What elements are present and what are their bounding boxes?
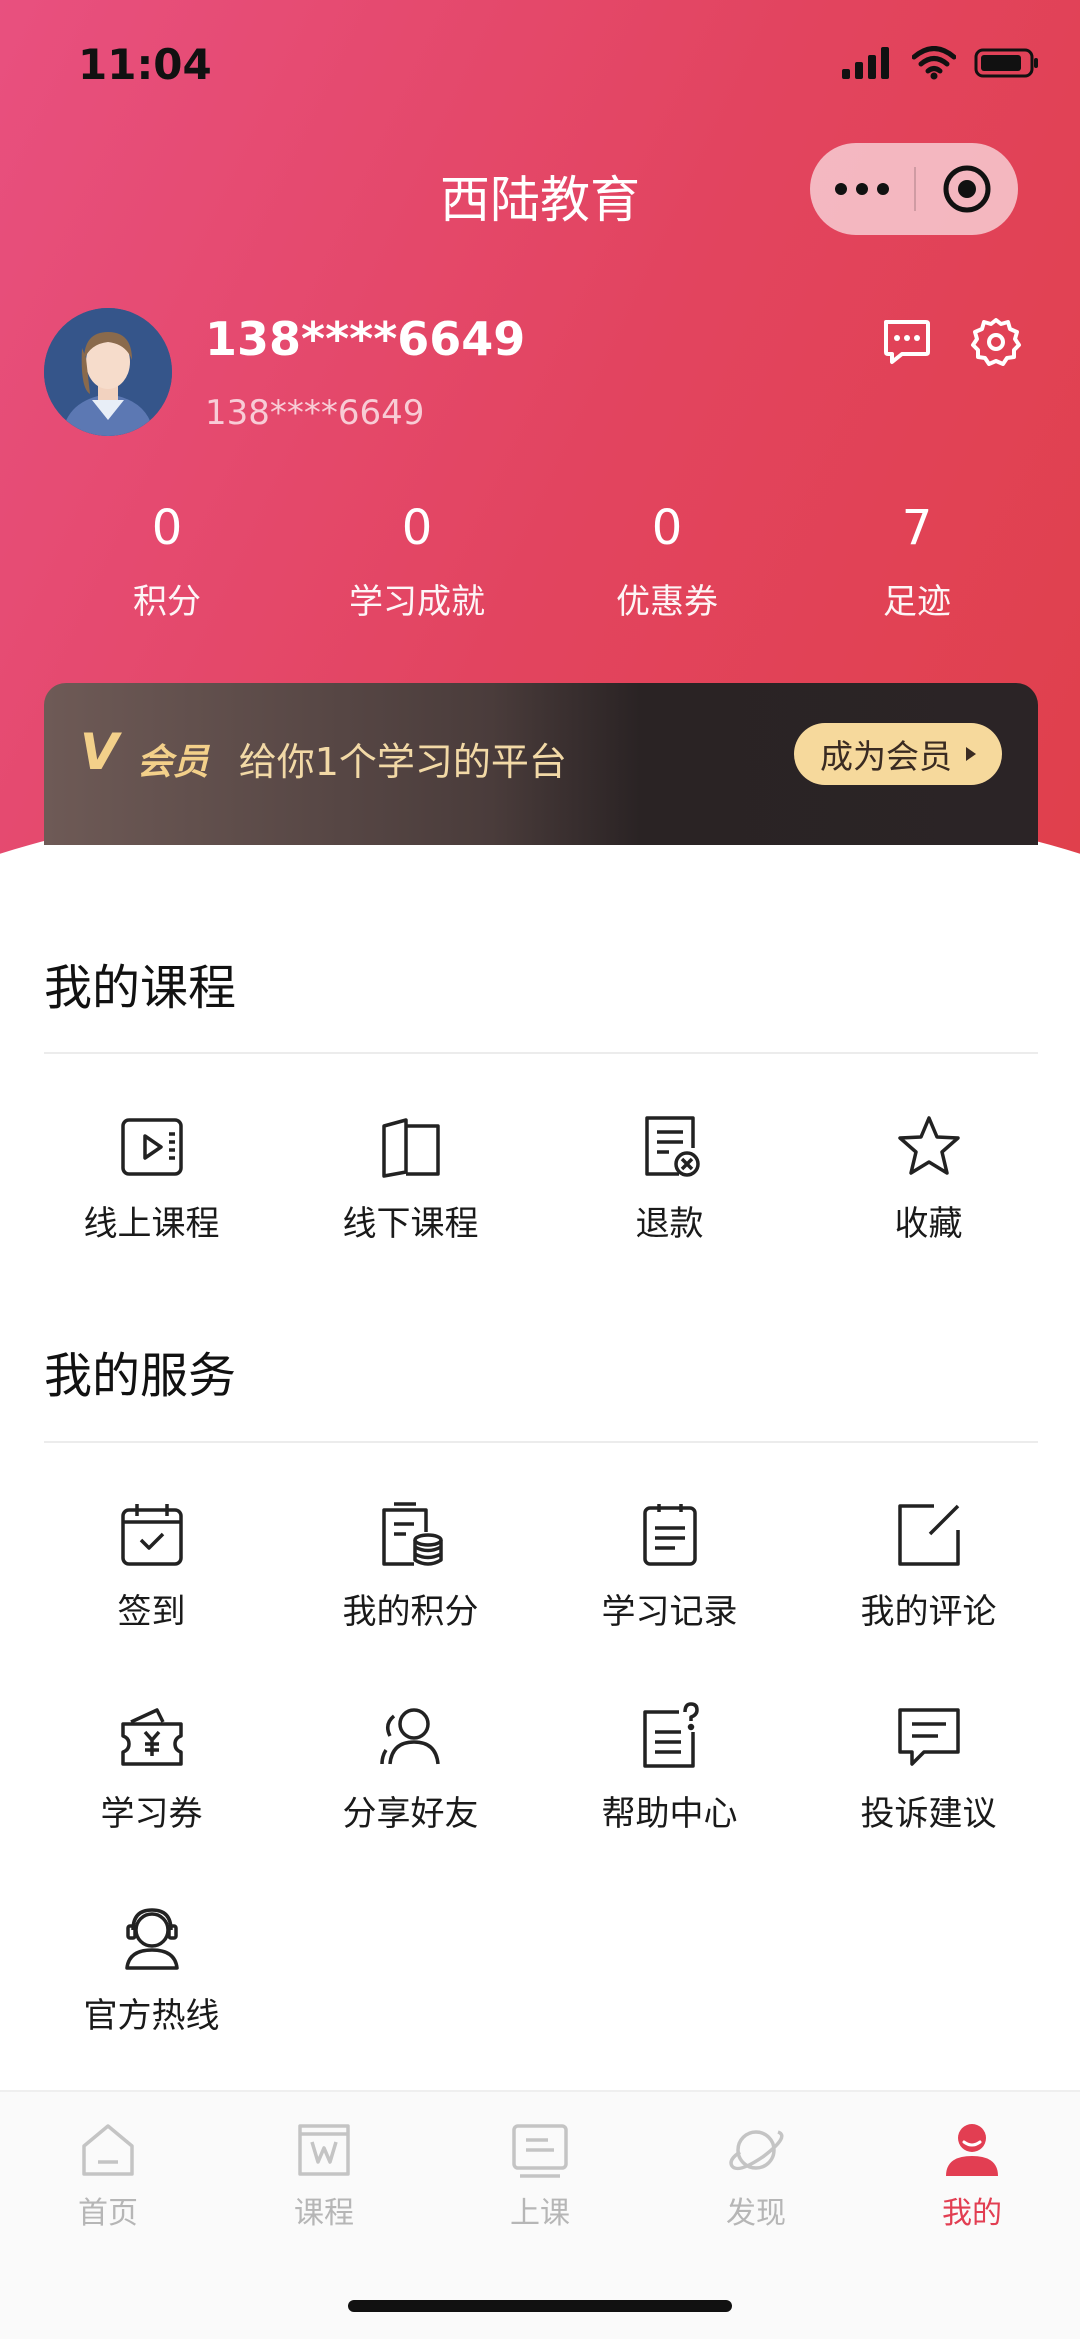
message-icon[interactable]: [878, 314, 934, 370]
course-refund-label: 退款: [635, 1204, 704, 1244]
course-offline-label: 线下课程: [342, 1204, 479, 1244]
course-icon: [298, 2124, 350, 2176]
service-my-comments-label: 我的评论: [860, 1592, 997, 1632]
feedback-icon: [897, 1708, 960, 1766]
vip-v-icon: V: [80, 723, 119, 781]
stat-achievements[interactable]: 0 学习成就: [292, 500, 542, 623]
service-voucher[interactable]: 学习券: [22, 1702, 281, 1904]
home-indicator: [348, 2300, 732, 2312]
course-online[interactable]: 线上课程: [22, 1112, 281, 1314]
stat-value: 7: [901, 500, 933, 556]
tab-course[interactable]: 课程: [216, 2118, 432, 2232]
vip-slogan: 给你1个学习的平台: [238, 740, 567, 784]
service-checkin-label: 签到: [117, 1592, 186, 1632]
close-target-button[interactable]: [916, 163, 1018, 215]
profile-icon: [946, 2124, 998, 2176]
services-grid: 签到 我的积分 学习记录 我的评论 学习券 分享好友 帮助中心 投诉建议 官方热…: [22, 1500, 1058, 2106]
planet-icon: [729, 2130, 784, 2171]
stat-value: 0: [651, 500, 683, 556]
service-hotline-label: 官方热线: [83, 1996, 220, 2036]
course-offline[interactable]: 线下课程: [281, 1112, 540, 1314]
tab-discover-label: 发现: [726, 2196, 786, 2231]
course-refund[interactable]: 退款: [540, 1112, 799, 1314]
avatar-illustration: [44, 308, 172, 436]
status-bar: 11:04: [0, 0, 1080, 130]
service-checkin[interactable]: 签到: [22, 1500, 281, 1702]
service-learning-record-label: 学习记录: [601, 1592, 738, 1632]
tab-discover[interactable]: 发现: [648, 2118, 864, 2232]
tab-home-label: 首页: [78, 2196, 138, 2231]
service-help-center-label: 帮助中心: [601, 1794, 738, 1834]
video-play-icon: [120, 1118, 183, 1176]
service-hotline[interactable]: 官方热线: [22, 1904, 281, 2106]
edit-comment-icon: [897, 1504, 960, 1566]
settings-gear-icon[interactable]: [968, 314, 1024, 370]
course-favorites[interactable]: 收藏: [799, 1112, 1058, 1314]
become-member-button[interactable]: 成为会员: [794, 723, 1002, 785]
status-icons: [842, 46, 1040, 80]
service-points[interactable]: 我的积分: [281, 1500, 540, 1702]
voucher-icon: [120, 1708, 183, 1766]
signal-icon: [842, 47, 889, 79]
vip-label: 会员: [136, 742, 209, 783]
stat-coupons[interactable]: 0 优惠券: [542, 500, 792, 623]
service-feedback[interactable]: 投诉建议: [799, 1702, 1058, 1904]
avatar[interactable]: [44, 308, 172, 436]
stat-label: 积分: [133, 582, 201, 622]
home-icon: [82, 2124, 134, 2176]
service-learning-record[interactable]: 学习记录: [540, 1500, 799, 1702]
stat-label: 足迹: [883, 582, 951, 622]
courses-section-title: 我的课程: [44, 960, 237, 1016]
tab-class-label: 上课: [510, 2196, 570, 2231]
star-icon: [897, 1116, 960, 1175]
stat-label: 优惠券: [616, 582, 718, 622]
service-share-friends[interactable]: 分享好友: [281, 1702, 540, 1904]
points-coins-icon: [381, 1502, 443, 1566]
wifi-icon: [912, 46, 956, 80]
tab-home[interactable]: 首页: [0, 2118, 216, 2232]
service-share-friends-label: 分享好友: [342, 1794, 479, 1834]
miniprogram-capsule[interactable]: [810, 143, 1018, 235]
profile-name: 138****6649: [205, 312, 526, 366]
services-divider: [44, 1441, 1038, 1443]
stat-points[interactable]: 0 积分: [42, 500, 292, 623]
clipboard-icon: [642, 1504, 697, 1566]
book-icon: [381, 1118, 440, 1178]
service-help-center[interactable]: 帮助中心: [540, 1702, 799, 1904]
tab-mine-label: 我的: [942, 2196, 1002, 2231]
battery-icon: [974, 48, 1038, 78]
stat-footprints[interactable]: 7 足迹: [792, 500, 1042, 623]
refund-doc-icon: [644, 1116, 700, 1177]
share-friends-icon: [379, 1708, 440, 1765]
stat-value: 0: [151, 500, 183, 556]
course-favorites-label: 收藏: [894, 1204, 963, 1244]
tab-mine[interactable]: 我的: [864, 2118, 1080, 2232]
courses-divider: [44, 1052, 1038, 1054]
status-time: 11:04: [78, 40, 212, 89]
service-points-label: 我的积分: [342, 1592, 479, 1632]
more-menu-button[interactable]: [810, 183, 914, 195]
chevron-right-icon: [966, 747, 976, 761]
stat-label: 学习成就: [349, 582, 485, 622]
course-online-label: 线上课程: [83, 1204, 220, 1244]
tab-class[interactable]: 上课: [432, 2118, 648, 2232]
class-icon: [512, 2124, 568, 2178]
become-member-label: 成为会员: [820, 737, 952, 776]
services-section-title: 我的服务: [44, 1348, 237, 1404]
stat-value: 0: [401, 500, 433, 556]
target-icon: [943, 165, 991, 213]
service-feedback-label: 投诉建议: [860, 1794, 997, 1834]
calendar-check-icon: [120, 1504, 183, 1566]
service-my-comments[interactable]: 我的评论: [799, 1500, 1058, 1702]
service-voucher-label: 学习券: [100, 1794, 203, 1834]
stats-row: 0 积分 0 学习成就 0 优惠券 7 足迹: [0, 500, 1080, 623]
profile-phone: 138****6649: [205, 393, 425, 433]
vip-banner[interactable]: V 会员 给你1个学习的平台 成为会员: [44, 683, 1038, 845]
courses-grid: 线上课程 线下课程 退款 收藏: [22, 1112, 1058, 1314]
help-doc-icon: [642, 1702, 699, 1768]
hotline-headset-icon: [124, 1908, 179, 1970]
tab-course-label: 课程: [294, 2196, 354, 2231]
